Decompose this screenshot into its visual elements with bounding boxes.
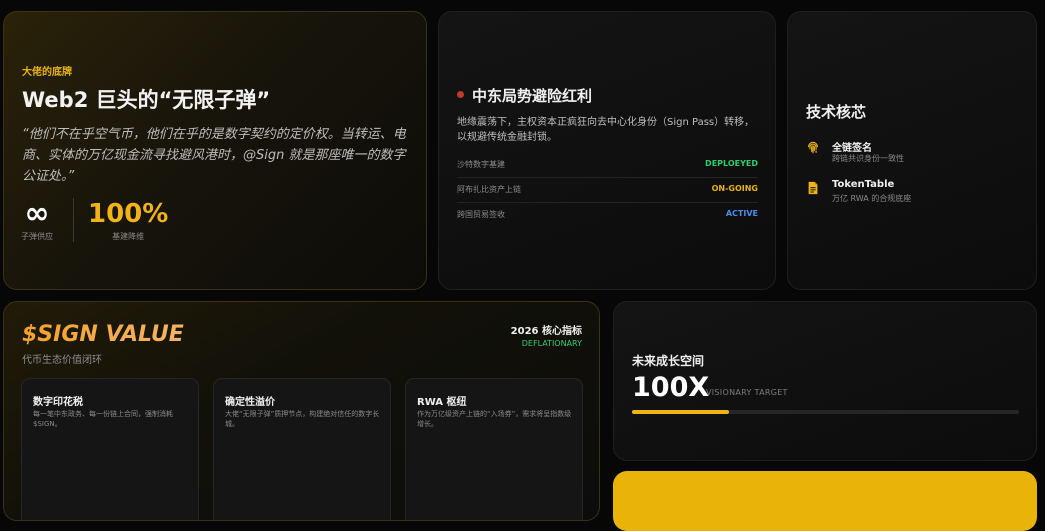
feature-title: 数字印花税 (33, 397, 83, 408)
card-title: 中东局势避险红利 (472, 87, 593, 105)
status-badge: DEPLOEYED (705, 159, 758, 168)
stat-label: 子弹供应 (21, 232, 53, 241)
feature-description: 大佬“无限子弹”质押节点，构建绝对信任的数字长城。 (225, 410, 380, 428)
stat-value: 100% (88, 199, 169, 229)
growth-progress-track (632, 410, 1019, 414)
cta-panel[interactable] (613, 471, 1037, 531)
card-title: 未来成长空间 (632, 354, 705, 368)
middle-east-card: 中东局势避险红利 地缘震荡下，主权资本正疯狂向去中心化身份（Sign Pass）… (438, 11, 776, 290)
core-metric-title: 2026 核心指标 (510, 326, 582, 337)
sign-value-title: $SIGN VALUE (22, 322, 184, 347)
fingerprint-icon (808, 141, 818, 154)
growth-tag: VISIONARY TARGET (706, 388, 788, 397)
feature-card-stamp-tax: 数字印花税 每一笔中东政务、每一份链上合同，强制消耗 $SIGN。 (21, 378, 199, 520)
feature-description: 作为万亿级资产上链的“入场券”，需求将呈指数级增长。 (417, 410, 572, 428)
feature-title: RWA 枢纽 (417, 397, 467, 408)
tech-item-subtitle: 跨链共识身份一致性 (832, 154, 904, 163)
whale-card: 大佬的底牌 Web2 巨头的“无限子弹” “他们不在乎空气币，他们在乎的是数字契… (3, 11, 427, 290)
sign-value-subtitle: 代币生态价值闭环 (22, 355, 102, 366)
tech-item-title: 全链签名 (832, 143, 872, 154)
growth-card: 未来成长空间 100X VISIONARY TARGET (613, 301, 1037, 461)
core-metric-tag: DEFLATIONARY (521, 339, 582, 348)
feature-card-premium: 确定性溢价 大佬“无限子弹”质押节点，构建绝对信任的数字长城。 (213, 378, 391, 520)
status-row: 阿布扎比资产上链 ON-GOING (457, 178, 758, 203)
growth-value: 100X (632, 372, 710, 403)
card-description: 地缘震荡下，主权资本正疯狂向去中心化身份（Sign Pass）转移，以规避传统金… (457, 117, 755, 143)
stat-value: ∞ (24, 196, 50, 231)
stat-label: 基建降维 (112, 232, 145, 241)
feature-description: 每一笔中东政务、每一份链上合同，强制消耗 $SIGN。 (33, 410, 173, 428)
feature-card-rwa-hub: RWA 枢纽 作为万亿级资产上链的“入场券”，需求将呈指数级增长。 (405, 378, 583, 520)
alert-dot-icon (457, 91, 464, 98)
feature-title: 确定性溢价 (225, 397, 275, 408)
stat-bullet-supply: ∞ 子弹供应 (21, 198, 53, 242)
status-badge: ACTIVE (725, 209, 758, 218)
stat-divider (73, 198, 74, 242)
card-title: Web2 巨头的“无限子弹” (22, 88, 271, 112)
sign-value-card: $SIGN VALUE 代币生态价值闭环 2026 核心指标 DEFLATION… (3, 301, 600, 521)
status-row: 沙特数字基建 DEPLOEYED (457, 153, 758, 178)
card-title: 技术核芯 (806, 103, 867, 121)
status-badge: ON-GOING (711, 184, 758, 193)
status-row: 跨国贸易签收 ACTIVE (457, 203, 758, 227)
tech-core-card: 技术核芯 全链签名 跨链共识身份一致性 TokenTable 万亿 RWA 的合… (787, 11, 1037, 290)
stat-infra: 100% 基建降维 (88, 198, 168, 242)
tech-item-subtitle: 万亿 RWA 的合规底座 (832, 194, 912, 203)
core-metric: 2026 核心指标 DEFLATIONARY (511, 322, 582, 348)
card-kicker: 大佬的底牌 (22, 67, 72, 78)
status-row-name: 沙特数字基建 (457, 160, 505, 169)
document-icon (808, 181, 818, 195)
tech-item-title: TokenTable (832, 179, 895, 190)
growth-progress-fill (632, 410, 729, 414)
quote-text: “他们不在乎空气币，他们在乎的是数字契约的定价权。当转运、电商、实体的万亿现金流… (22, 127, 406, 184)
status-row-name: 跨国贸易签收 (457, 210, 505, 219)
status-row-name: 阿布扎比资产上链 (457, 185, 521, 194)
